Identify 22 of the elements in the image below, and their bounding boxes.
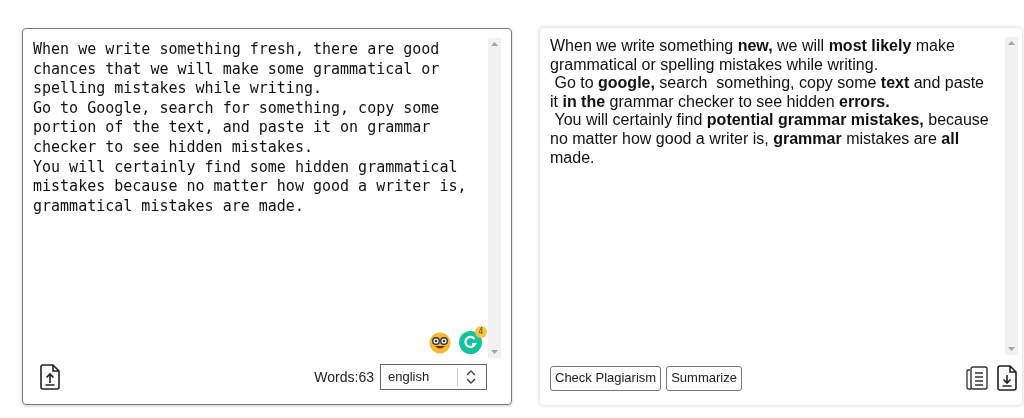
- text-paragraph: You will certainly find some hidden grammatical mistakes because no matter how good a writer is, grammatical mistakes are made.: [33, 157, 468, 217]
- text-paragraph: When we write something new, we will most likely make grammatical or spelling mistakes while writing.: [550, 37, 956, 75]
- scroll-up-icon[interactable]: [491, 42, 498, 46]
- scroll-down-icon[interactable]: [1008, 347, 1015, 351]
- text-paragraph: Go to google, search something, copy some text and paste it in the grammar checker to see hidden errors.: [550, 74, 985, 112]
- action-button[interactable]: Check Plagiarism: [550, 365, 662, 391]
- scrollbar[interactable]: [488, 38, 501, 358]
- download-file-icon[interactable]: [996, 365, 1018, 391]
- copy-icon[interactable]: [966, 366, 988, 390]
- language-select[interactable]: english: [380, 364, 487, 390]
- notification-badge: 4: [475, 326, 487, 338]
- scroll-down-icon[interactable]: [491, 350, 498, 354]
- scroll-up-icon[interactable]: [1008, 41, 1015, 45]
- text-paragraph: When we write something fresh, there are good chances that we will make some grammatical or spelling mistakes while writing.: [33, 40, 441, 99]
- text-paragraph: Go to Google, search for something, copy some portion of the text, and paste it on grammar checker to see hidden mistakes.: [33, 98, 441, 158]
- upload-file-icon[interactable]: [39, 364, 61, 390]
- action-button[interactable]: Summarize: [666, 365, 742, 391]
- word-count: Words:63: [314, 367, 374, 387]
- scrollbar[interactable]: [1005, 37, 1018, 355]
- nerd-face-icon[interactable]: [429, 331, 451, 354]
- up-down-chevron-icon: [466, 369, 476, 385]
- text-paragraph: You will certainly find potential grammar mistakes, because no matter how good a writer is, grammar mistakes are all made.: [550, 111, 990, 168]
